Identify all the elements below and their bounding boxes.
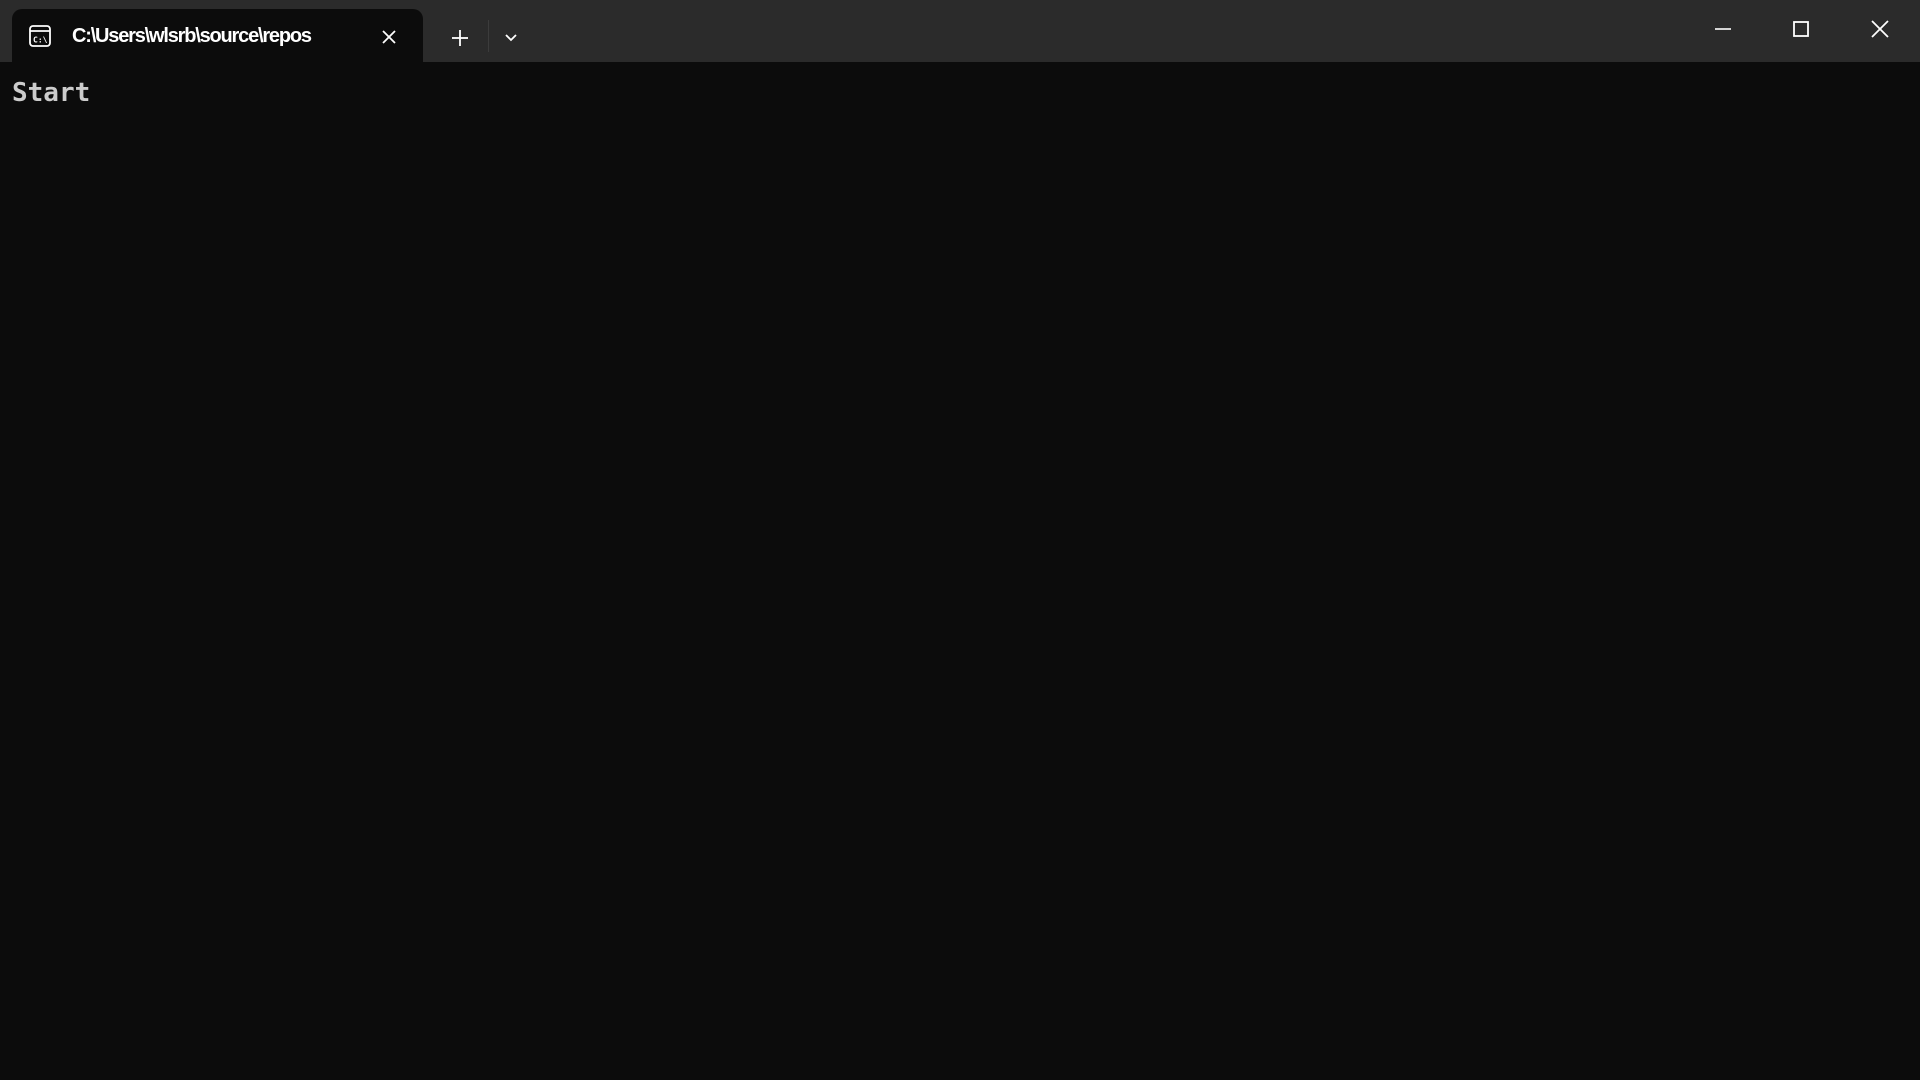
tab-dropdown-button[interactable]: [496, 20, 526, 56]
terminal-line: Start: [12, 78, 91, 108]
close-window-button[interactable]: [1841, 0, 1919, 58]
terminal-window: C:\ C:\Users\wlsrb\source\repos Start: [0, 0, 1920, 1080]
terminal-output[interactable]: Start: [0, 62, 1920, 1080]
close-tab-button[interactable]: [374, 22, 404, 52]
maximize-button[interactable]: [1762, 0, 1840, 58]
maximize-icon: [1793, 21, 1809, 37]
terminal-cmd-icon: C:\: [28, 24, 52, 48]
chevron-down-icon: [505, 34, 517, 42]
minimize-button[interactable]: [1684, 0, 1762, 58]
close-icon: [382, 30, 396, 44]
tab-title: C:\Users\wlsrb\source\repos: [72, 25, 312, 47]
minimize-icon: [1715, 28, 1731, 30]
close-icon: [1871, 20, 1889, 38]
tab-active[interactable]: C:\ C:\Users\wlsrb\source\repos: [12, 9, 423, 62]
plus-icon: [452, 30, 468, 46]
new-tab-button[interactable]: [442, 20, 478, 56]
tab-divider: [488, 20, 489, 52]
title-bar[interactable]: C:\ C:\Users\wlsrb\source\repos: [0, 0, 1920, 62]
svg-text:C:\: C:\: [33, 36, 48, 45]
